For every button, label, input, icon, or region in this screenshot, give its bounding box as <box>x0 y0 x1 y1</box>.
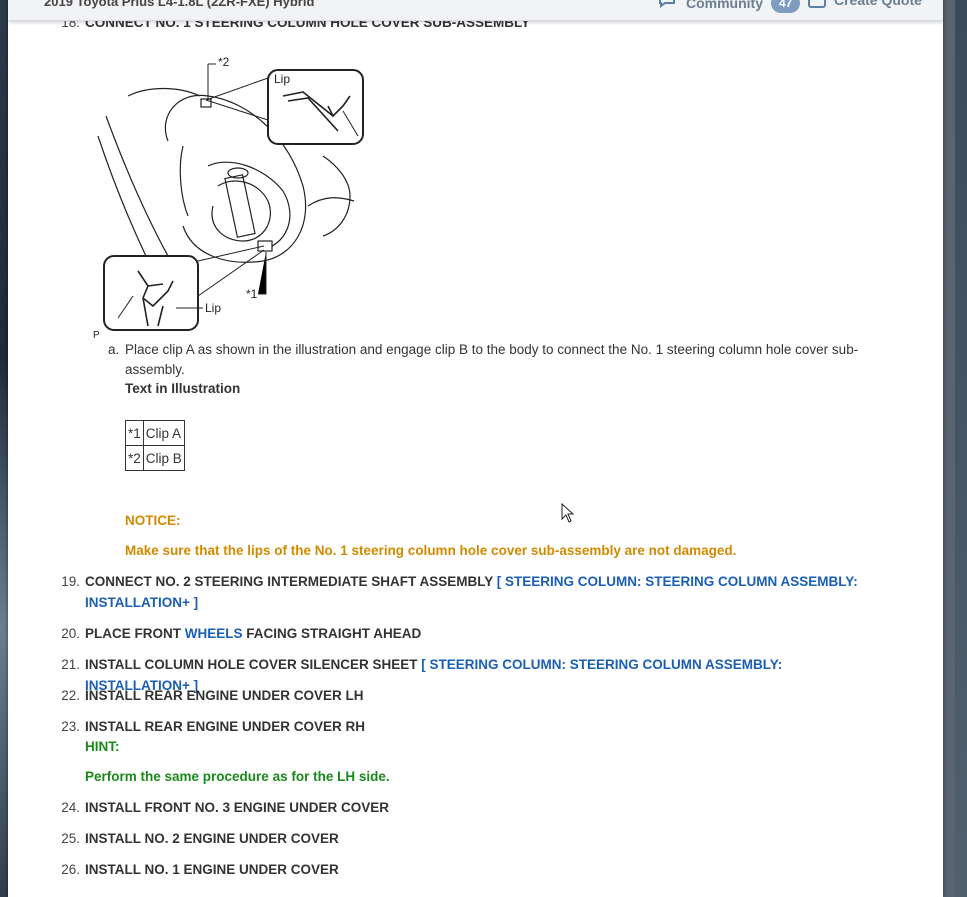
text-in-illustration-heading: Text in Illustration <box>125 381 241 396</box>
notice-label: NOTICE: <box>125 513 181 528</box>
legend-value: Clip A <box>142 420 185 446</box>
step-text: INSTALL FRONT NO. 3 ENGINE UNDER COVER <box>85 800 390 815</box>
step-number: 21. <box>61 657 80 672</box>
wheels-link[interactable]: WHEELS <box>185 626 243 641</box>
step-text: INSTALL REAR ENGINE UNDER COVER RH <box>85 719 366 734</box>
step-26: 26. INSTALL NO. 1 ENGINE UNDER COVER <box>52 859 872 880</box>
step-number: 24. <box>61 800 80 815</box>
create-quote-label: Create Quote <box>834 0 922 8</box>
notice-text: Make sure that the lips of the No. 1 ste… <box>125 543 737 558</box>
substep-a: a. Place clip A as shown in the illustra… <box>108 340 908 380</box>
hint-label: HINT: <box>85 739 120 754</box>
legend-key: *1 <box>125 420 144 446</box>
chat-icon <box>658 0 678 13</box>
community-count-badge: 47 <box>771 0 801 13</box>
step-24: 24. INSTALL FRONT NO. 3 ENGINE UNDER COV… <box>52 797 872 818</box>
detail-inset-bottom <box>103 255 199 331</box>
header-bar: 2019 Toyota Prius L4-1.8L (2ZR-FXE) Hybr… <box>8 0 943 21</box>
step-25: 25. INSTALL NO. 2 ENGINE UNDER COVER <box>52 828 872 849</box>
create-quote-button[interactable]: Create Quote <box>808 0 922 8</box>
lip-label-top: Lip <box>274 72 290 86</box>
step-number: 26. <box>61 862 80 877</box>
illustration-legend-table: *1 Clip A *2 Clip B <box>125 420 185 471</box>
table-row: *1 Clip A <box>125 420 185 446</box>
step-text: FACING STRAIGHT AHEAD <box>242 626 422 641</box>
legend-key: *2 <box>125 445 144 471</box>
step-text: PLACE FRONT <box>85 626 185 641</box>
quote-icon <box>808 0 826 8</box>
community-label: Community <box>686 0 763 11</box>
callout-clip-b: *2 <box>218 56 230 69</box>
step-text: INSTALL REAR ENGINE UNDER COVER LH <box>85 688 364 703</box>
step-text: CONNECT NO. 2 STEERING INTERMEDIATE SHAF… <box>85 574 497 589</box>
desktop-background-right <box>955 0 967 897</box>
substep-text: Place clip A as shown in the illustratio… <box>125 342 859 377</box>
step-text: INSTALL COLUMN HOLE COVER SILENCER SHEET <box>85 657 422 672</box>
legend-value: Clip B <box>142 445 185 471</box>
step-text: INSTALL NO. 1 ENGINE UNDER COVER <box>85 862 339 877</box>
step-number: 19. <box>61 574 80 589</box>
step-19: 19. CONNECT NO. 2 STEERING INTERMEDIATE … <box>52 571 872 613</box>
step-text: INSTALL NO. 2 ENGINE UNDER COVER <box>85 831 339 846</box>
callout-clip-a: *1 <box>246 287 258 301</box>
substep-marker: a. <box>108 342 120 357</box>
browser-window: 2019 Toyota Prius L4-1.8L (2ZR-FXE) Hybr… <box>8 0 943 897</box>
step-23: 23. INSTALL REAR ENGINE UNDER COVER RH <box>52 716 872 737</box>
hint-text: Perform the same procedure as for the LH… <box>85 769 390 784</box>
step-22: 22. INSTALL REAR ENGINE UNDER COVER LH <box>52 685 872 706</box>
community-button[interactable]: Community 47 <box>658 0 801 13</box>
procedure-content: 18. CONNECT NO. 1 STEERING COLUMN HOLE C… <box>8 0 928 897</box>
steering-column-illustration: Lip *2 Lip *1 P <box>93 56 364 341</box>
table-row: *2 Clip B <box>125 445 185 471</box>
step-number: 20. <box>61 626 80 641</box>
step-number: 25. <box>61 831 80 846</box>
step-number: 23. <box>61 719 80 734</box>
vehicle-title: 2019 Toyota Prius L4-1.8L (2ZR-FXE) Hybr… <box>44 0 315 9</box>
illustration-corner-mark: P <box>93 330 100 341</box>
lip-label-bottom: Lip <box>205 301 221 315</box>
step-20: 20. PLACE FRONT WHEELS FACING STRAIGHT A… <box>52 623 872 644</box>
mouse-cursor-icon <box>561 503 575 523</box>
step-number: 22. <box>61 688 80 703</box>
